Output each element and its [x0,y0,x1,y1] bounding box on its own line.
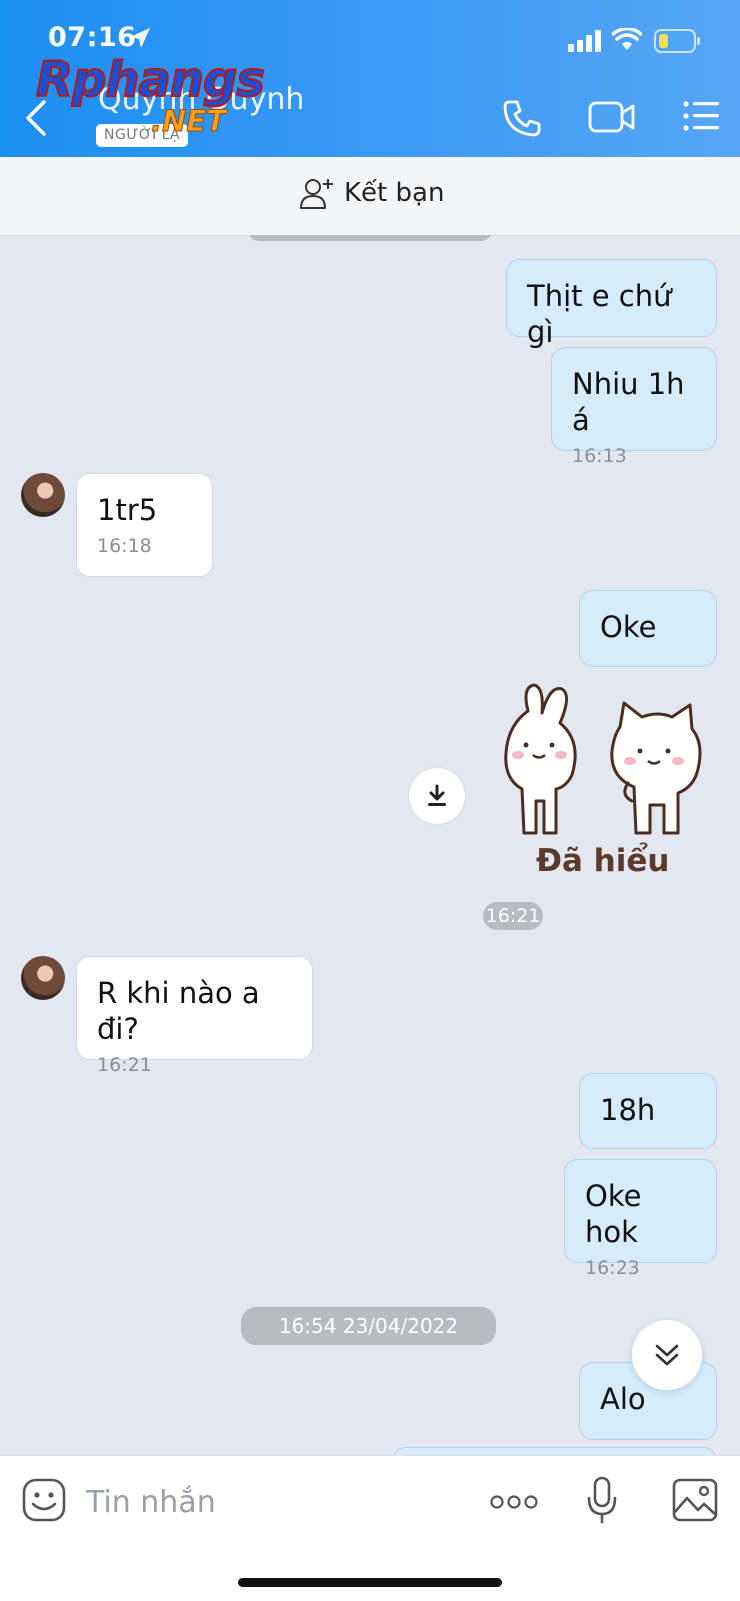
phone-call-button[interactable] [502,98,542,138]
watermark-net-text: .NET [151,104,227,139]
emoji-sticker-button[interactable] [22,1478,66,1522]
message-text: R khi nào a đi? [97,976,260,1046]
message-bubble-received[interactable]: R khi nào a đi? 16:21 [76,956,313,1076]
message-bubble-sent-partial[interactable] [392,1447,717,1455]
add-friend-button[interactable]: Kết bạn [300,177,444,209]
message-time: 16:23 [585,1257,640,1279]
message-time: 16:21 [485,905,541,927]
date-separator: 16:54 23/04/2022 [241,1307,496,1345]
message-text: 18h [600,1093,656,1127]
watermark-logo: Rphangs .NET [35,51,266,147]
partial-time-pill [248,235,492,241]
double-chevron-down-icon [655,1344,679,1366]
more-options-button[interactable] [490,1494,538,1510]
message-bubble-sent[interactable]: Nhiu 1h á 16:13 [551,347,717,467]
image-picker-button[interactable] [672,1478,718,1522]
chat-header: 07:16 Quỳnh Quỳnh NGƯỜI LẠ Rphangs .NET [0,0,740,157]
message-text: Oke [600,610,657,644]
message-bubble-sent[interactable]: Thịt e chứ gì [506,259,717,349]
microphone-button[interactable] [586,1476,618,1524]
message-time: 16:13 [572,445,627,467]
watermark-main-text: Rphangs [35,51,266,109]
scroll-to-bottom-button[interactable] [632,1320,702,1390]
download-icon [428,784,446,806]
sticker-caption: Đã hiểu [536,843,670,879]
contact-avatar[interactable] [21,473,65,517]
add-user-icon [300,179,333,209]
add-friend-bar: Kết bạn [0,157,740,236]
battery-icon [654,29,700,53]
message-bubble-sent[interactable]: 18h [579,1073,717,1149]
video-call-button[interactable] [588,100,636,134]
message-time: 16:21 [97,1054,152,1076]
message-text: Nhiu 1h á [572,367,685,437]
menu-button[interactable] [682,100,720,132]
sticker-time-pill: 16:21 [483,902,543,930]
cellular-signal-icon [568,30,601,52]
message-time: 16:18 [97,535,152,557]
download-sticker-button[interactable] [408,767,466,825]
message-text: Alo [600,1382,646,1416]
message-list[interactable]: Thịt e chứ gì Nhiu 1h á 16:13 1tr5 16:18… [0,235,740,1455]
location-arrow-icon [130,28,150,48]
message-bubble-sent[interactable]: Oke hok 16:23 [564,1159,717,1279]
contact-avatar[interactable] [21,956,65,1000]
message-input[interactable] [84,1476,468,1528]
message-bubble-sent[interactable]: Oke [579,590,717,667]
message-bubble-received[interactable]: 1tr5 16:18 [76,473,213,577]
date-separator-text: 16:54 23/04/2022 [278,1314,459,1338]
message-text: 1tr5 [97,493,158,527]
status-time: 07:16 [48,22,137,53]
home-indicator [238,1578,502,1587]
message-text: Oke hok [585,1179,642,1249]
message-text: Thịt e chứ gì [527,279,672,349]
wifi-icon [612,28,642,50]
add-friend-label: Kết bạn [344,178,445,208]
